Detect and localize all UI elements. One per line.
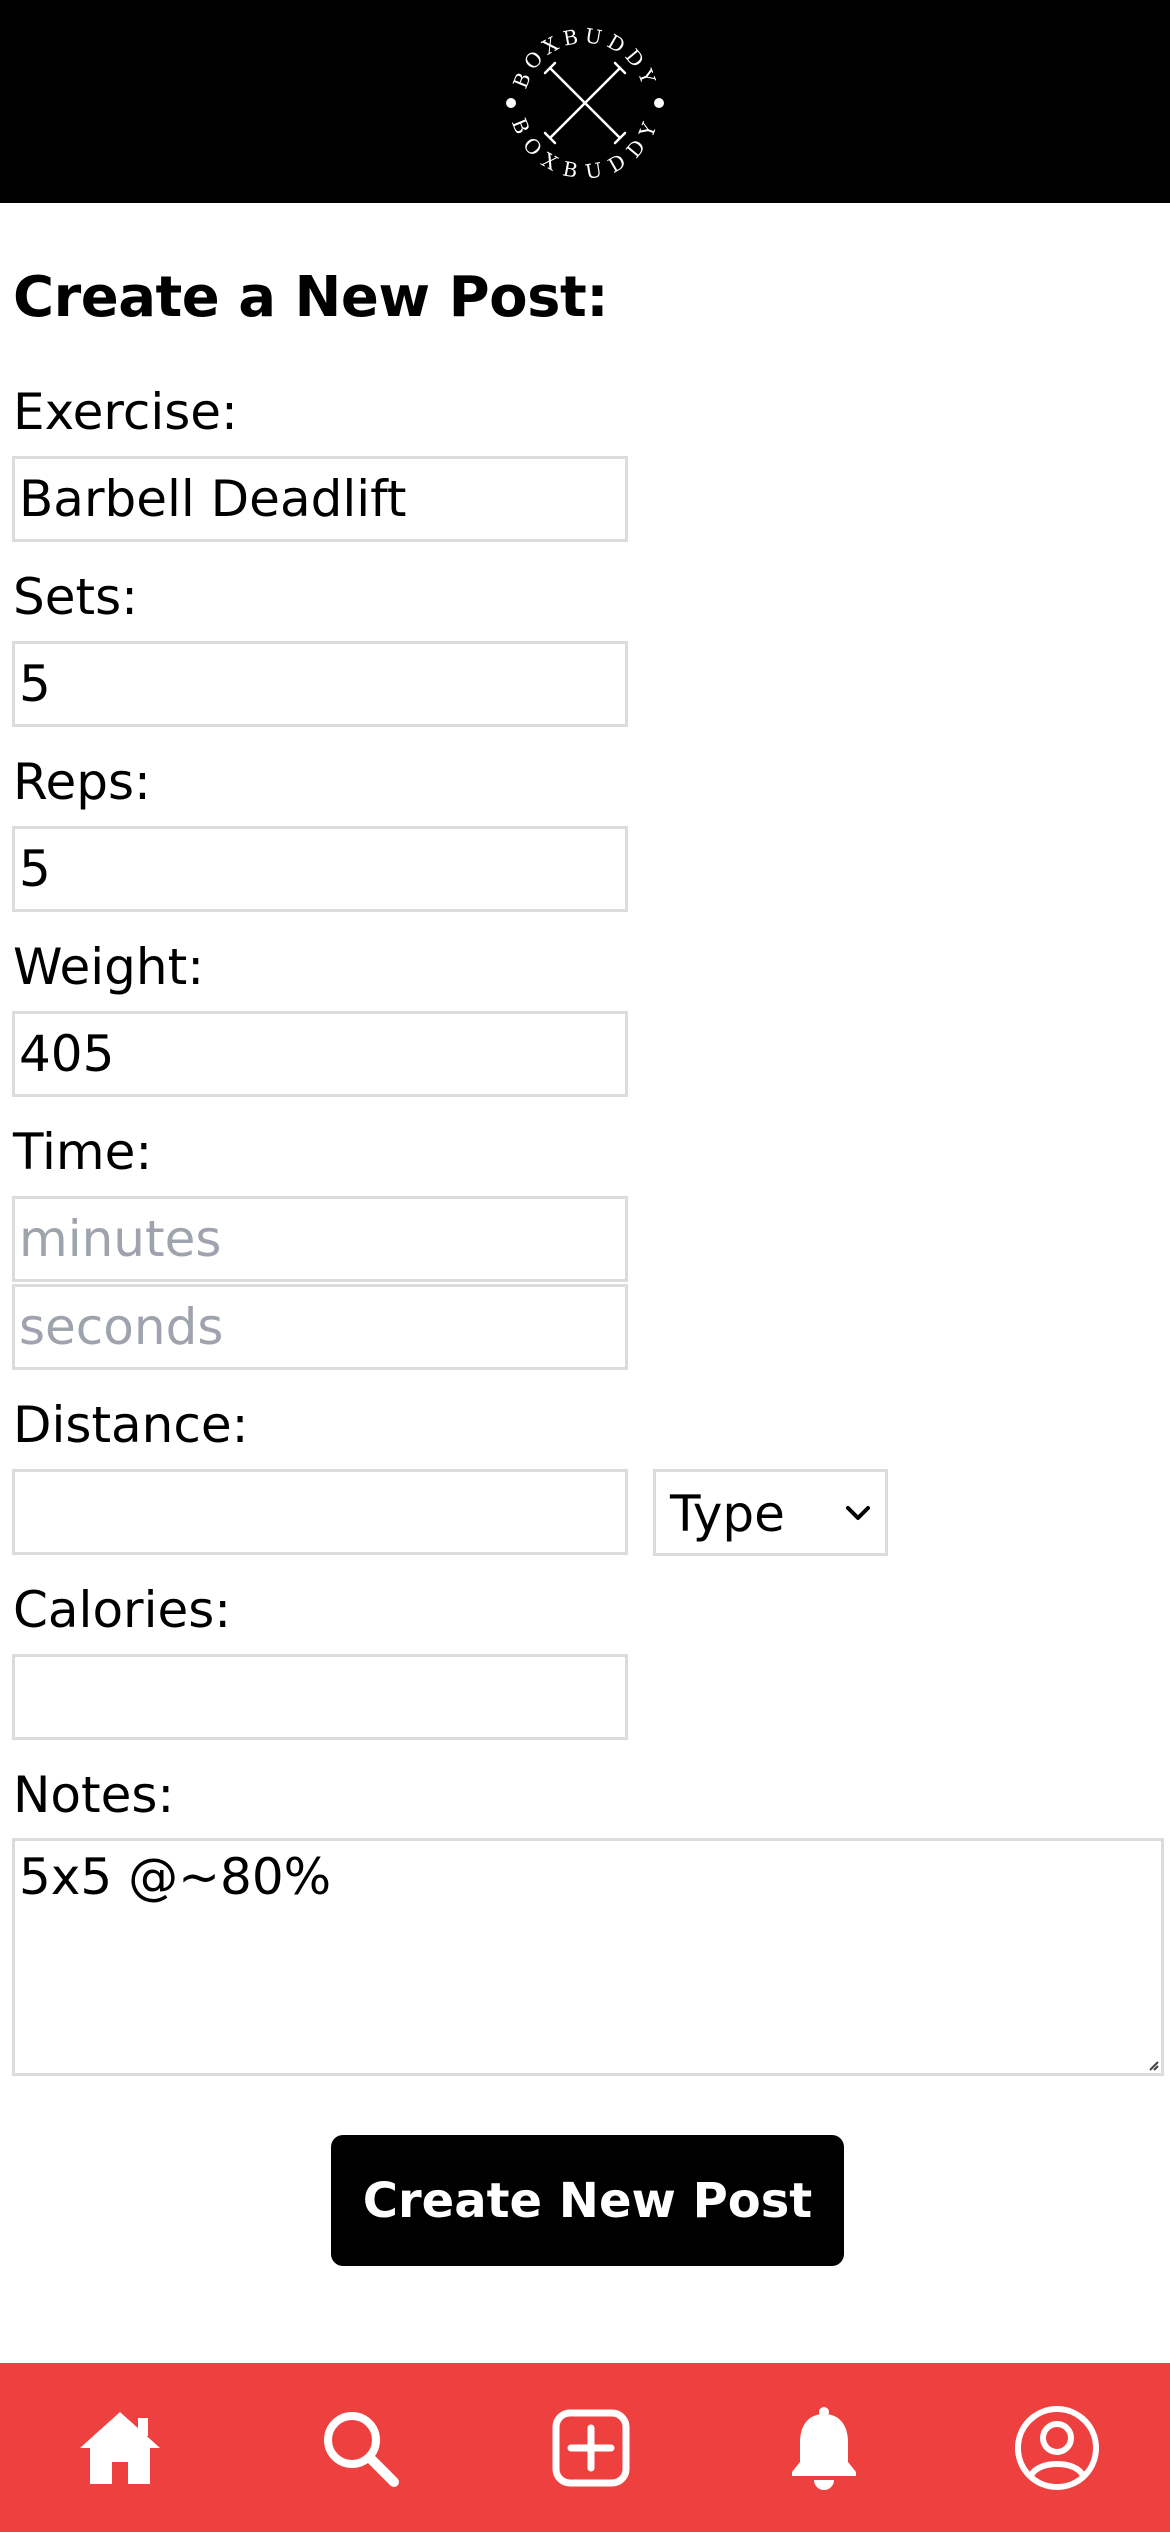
notes-label: Notes: [13,1766,175,1824]
time-label: Time: [13,1123,153,1181]
distance-label: Distance: [13,1396,249,1454]
exercise-input[interactable] [12,456,628,542]
chevron-down-icon [846,1506,870,1520]
distance-type-value: Type [670,1485,785,1543]
calories-label: Calories: [13,1581,232,1639]
logo-text-bottom: BOXBUDDY [507,115,658,184]
home-icon [80,2411,160,2484]
seconds-input[interactable] [12,1284,628,1370]
logo-text-top: BOXBUDDY [508,23,657,91]
reps-label: Reps: [13,753,151,811]
nav-add-post-button[interactable] [531,2363,651,2532]
notes-textarea[interactable]: 5x5 @~80% [12,1838,1164,2076]
minutes-input[interactable] [12,1196,628,1282]
boxbuddy-logo: BOXBUDDY BOXBUDDY [506,23,664,184]
resize-grip-icon[interactable] [1148,2060,1160,2072]
nav-notifications-button[interactable] [764,2363,884,2532]
create-post-button[interactable]: Create New Post [331,2135,844,2266]
sets-label: Sets: [13,568,138,626]
search-icon [324,2411,399,2487]
bottom-nav [0,2363,1170,2532]
svg-text:BOXBUDDY: BOXBUDDY [507,115,663,184]
bell-icon [792,2406,856,2490]
calories-input[interactable] [12,1654,628,1740]
nav-profile-button[interactable] [997,2363,1117,2532]
weight-label: Weight: [13,938,205,996]
plus-square-icon [552,2409,630,2486]
weight-input[interactable] [12,1011,628,1097]
user-circle-icon [1015,2405,1099,2490]
page-title: Create a New Post: [13,265,609,330]
svg-text:BOXBUDDY: BOXBUDDY [508,23,662,91]
sets-input[interactable] [12,641,628,727]
app-header: BOXBUDDY BOXBUDDY [0,0,1170,203]
exercise-label: Exercise: [13,383,238,441]
nav-search-button[interactable] [300,2363,420,2532]
nav-home-button[interactable] [60,2363,180,2532]
reps-input[interactable] [12,826,628,912]
distance-input[interactable] [12,1469,628,1555]
distance-type-select[interactable]: Type [653,1469,888,1556]
